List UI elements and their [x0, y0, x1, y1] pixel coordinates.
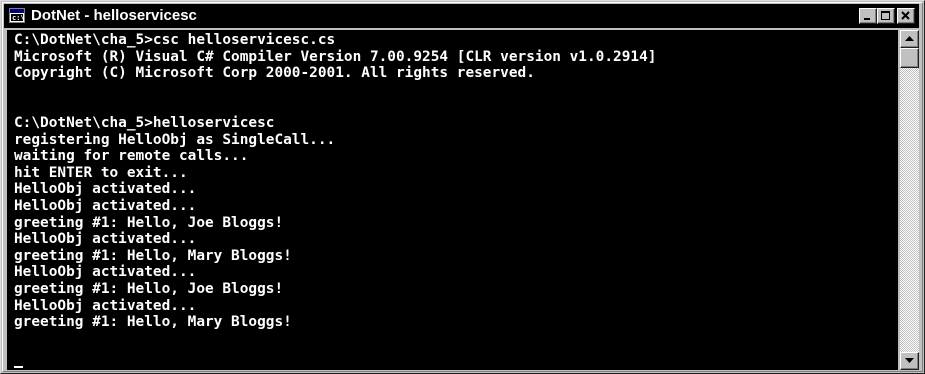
maximize-button[interactable] — [877, 8, 895, 24]
console-line: greeting #1: Hello, Joe Bloggs! — [14, 281, 284, 297]
console-line: HelloObj activated... — [14, 231, 197, 248]
console-line: greeting #1: Hello, Mary Bloggs! — [14, 314, 292, 331]
console-line: HelloObj activated... — [14, 264, 197, 281]
text-cursor — [14, 366, 23, 368]
console-line: C:\DotNet\cha_5>csc helloservicesc.cs — [14, 32, 336, 48]
console-line: greeting #1: Hello, Joe Bloggs! — [14, 214, 284, 231]
scroll-up-button[interactable] — [900, 30, 919, 48]
console-line: waiting for remote calls... — [14, 148, 249, 165]
arrow-up-icon — [905, 36, 914, 41]
console-line: greeting #1: Hello, Mary Bloggs! — [14, 247, 292, 264]
console-line: C:\DotNet\cha_5>helloservicesc — [14, 115, 275, 131]
console-line: hit ENTER to exit... — [14, 164, 188, 181]
console-line: Microsoft (R) Visual C# Compiler Version… — [14, 48, 657, 65]
minimize-icon — [864, 18, 870, 20]
window-title: DotNet - helloservicesc — [31, 7, 197, 24]
scroll-down-button[interactable] — [900, 352, 919, 370]
console-line: registering HelloObj as SingleCall... — [14, 131, 336, 148]
console-window: c:\ DotNet - helloservicesc C:\DotNet\ch… — [0, 0, 925, 374]
arrow-down-icon — [905, 358, 914, 363]
console-line: HelloObj activated... — [14, 198, 197, 214]
minimize-button[interactable] — [859, 8, 877, 24]
maximize-icon — [881, 11, 890, 20]
console-output[interactable]: C:\DotNet\cha_5>csc helloservicesc.cs Mic… — [7, 30, 898, 370]
console-line: Copyright (C) Microsoft Corp 2000-2001. … — [14, 65, 535, 82]
close-button[interactable] — [897, 8, 915, 24]
console-line: HelloObj activated... — [14, 181, 197, 198]
vertical-scrollbar[interactable] — [900, 30, 919, 370]
scrollbar-thumb[interactable] — [900, 48, 919, 68]
close-icon — [901, 11, 910, 20]
console-icon[interactable]: c:\ — [9, 8, 25, 23]
console-line: HelloObj activated... — [14, 297, 197, 314]
title-bar[interactable]: c:\ DotNet - helloservicesc — [4, 4, 919, 28]
